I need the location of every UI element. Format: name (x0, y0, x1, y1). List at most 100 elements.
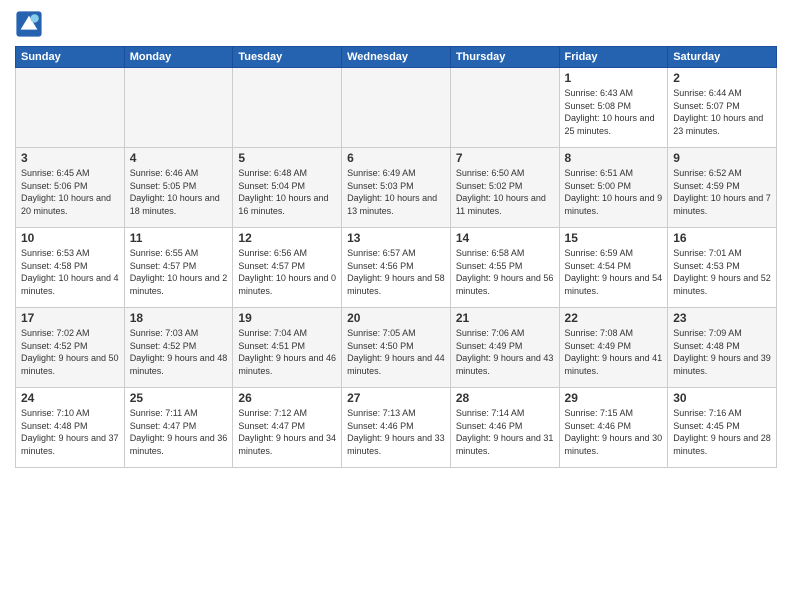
day-info: Sunrise: 7:15 AMSunset: 4:46 PMDaylight:… (565, 407, 663, 457)
day-info: Sunrise: 7:12 AMSunset: 4:47 PMDaylight:… (238, 407, 336, 457)
day-info: Sunrise: 7:10 AMSunset: 4:48 PMDaylight:… (21, 407, 119, 457)
day-info: Sunrise: 7:04 AMSunset: 4:51 PMDaylight:… (238, 327, 336, 377)
day-number: 4 (130, 151, 228, 165)
calendar-cell: 10 Sunrise: 6:53 AMSunset: 4:58 PMDayligh… (16, 228, 125, 308)
calendar-cell: 7Sunrise: 6:50 AMSunset: 5:02 PMDaylight… (450, 148, 559, 228)
calendar-cell: 15 Sunrise: 6:59 AMSunset: 4:54 PMDayligh… (559, 228, 668, 308)
day-info: Sunrise: 6:44 AMSunset: 5:07 PMDaylight:… (673, 87, 771, 137)
col-saturday: Saturday (668, 47, 777, 68)
day-number: 28 (456, 391, 554, 405)
day-number: 26 (238, 391, 336, 405)
header (15, 10, 777, 38)
day-number: 6 (347, 151, 445, 165)
day-info: Sunrise: 7:09 AMSunset: 4:48 PMDaylight:… (673, 327, 771, 377)
day-number: 24 (21, 391, 119, 405)
day-number: 16 (673, 231, 771, 245)
calendar-cell (124, 68, 233, 148)
calendar-cell: 12 Sunrise: 6:56 AMSunset: 4:57 PMDayligh… (233, 228, 342, 308)
calendar-cell: 21 Sunrise: 7:06 AMSunset: 4:49 PMDayligh… (450, 308, 559, 388)
day-number: 14 (456, 231, 554, 245)
day-info: Sunrise: 7:14 AMSunset: 4:46 PMDaylight:… (456, 407, 554, 457)
day-info: Sunrise: 7:06 AMSunset: 4:49 PMDaylight:… (456, 327, 554, 377)
day-number: 5 (238, 151, 336, 165)
calendar-cell: 27Sunrise: 7:13 AMSunset: 4:46 PMDayligh… (342, 388, 451, 468)
day-info: Sunrise: 7:08 AMSunset: 4:49 PMDaylight:… (565, 327, 663, 377)
col-tuesday: Tuesday (233, 47, 342, 68)
day-info: Sunrise: 6:58 AMSunset: 4:55 PMDaylight:… (456, 247, 554, 297)
week-row-1: 3 Sunrise: 6:45 AMSunset: 5:06 PMDaylight… (16, 148, 777, 228)
day-info: Sunrise: 6:59 AMSunset: 4:54 PMDaylight:… (565, 247, 663, 297)
day-info: Sunrise: 6:56 AMSunset: 4:57 PMDaylight:… (238, 247, 336, 297)
day-number: 30 (673, 391, 771, 405)
calendar-cell: 23 Sunrise: 7:09 AMSunset: 4:48 PMDayligh… (668, 308, 777, 388)
calendar-cell: 22 Sunrise: 7:08 AMSunset: 4:49 PMDayligh… (559, 308, 668, 388)
calendar-cell: 5 Sunrise: 6:48 AMSunset: 5:04 PMDaylight… (233, 148, 342, 228)
col-thursday: Thursday (450, 47, 559, 68)
day-info: Sunrise: 6:46 AMSunset: 5:05 PMDaylight:… (130, 167, 228, 217)
day-number: 12 (238, 231, 336, 245)
day-info: Sunrise: 6:48 AMSunset: 5:04 PMDaylight:… (238, 167, 336, 217)
day-number: 29 (565, 391, 663, 405)
day-info: Sunrise: 6:55 AMSunset: 4:57 PMDaylight:… (130, 247, 228, 297)
calendar-cell: 16 Sunrise: 7:01 AMSunset: 4:53 PMDayligh… (668, 228, 777, 308)
calendar-cell: 13Sunrise: 6:57 AMSunset: 4:56 PMDayligh… (342, 228, 451, 308)
calendar-cell (233, 68, 342, 148)
day-info: Sunrise: 6:50 AMSunset: 5:02 PMDaylight:… (456, 167, 554, 217)
calendar-cell: 19 Sunrise: 7:04 AMSunset: 4:51 PMDayligh… (233, 308, 342, 388)
calendar-cell: 17Sunrise: 7:02 AMSunset: 4:52 PMDayligh… (16, 308, 125, 388)
logo (15, 10, 47, 38)
day-info: Sunrise: 6:45 AMSunset: 5:06 PMDaylight:… (21, 167, 119, 217)
day-info: Sunrise: 6:52 AMSunset: 4:59 PMDaylight:… (673, 167, 771, 217)
calendar-cell: 24 Sunrise: 7:10 AMSunset: 4:48 PMDayligh… (16, 388, 125, 468)
calendar-cell: 20 Sunrise: 7:05 AMSunset: 4:50 PMDayligh… (342, 308, 451, 388)
calendar-cell (450, 68, 559, 148)
day-number: 3 (21, 151, 119, 165)
day-number: 2 (673, 71, 771, 85)
day-number: 21 (456, 311, 554, 325)
calendar-cell: 2 Sunrise: 6:44 AMSunset: 5:07 PMDaylight… (668, 68, 777, 148)
day-number: 19 (238, 311, 336, 325)
day-number: 18 (130, 311, 228, 325)
day-number: 10 (21, 231, 119, 245)
col-sunday: Sunday (16, 47, 125, 68)
calendar-cell: 28 Sunrise: 7:14 AMSunset: 4:46 PMDayligh… (450, 388, 559, 468)
calendar-cell: 29 Sunrise: 7:15 AMSunset: 4:46 PMDayligh… (559, 388, 668, 468)
day-number: 27 (347, 391, 445, 405)
header-row: Sunday Monday Tuesday Wednesday Thursday… (16, 47, 777, 68)
col-wednesday: Wednesday (342, 47, 451, 68)
day-info: Sunrise: 7:01 AMSunset: 4:53 PMDaylight:… (673, 247, 771, 297)
week-row-2: 10 Sunrise: 6:53 AMSunset: 4:58 PMDayligh… (16, 228, 777, 308)
day-number: 8 (565, 151, 663, 165)
day-info: Sunrise: 6:53 AMSunset: 4:58 PMDaylight:… (21, 247, 119, 297)
day-info: Sunrise: 7:16 AMSunset: 4:45 PMDaylight:… (673, 407, 771, 457)
page: Sunday Monday Tuesday Wednesday Thursday… (0, 0, 792, 612)
day-info: Sunrise: 6:51 AMSunset: 5:00 PMDaylight:… (565, 167, 663, 217)
week-row-3: 17Sunrise: 7:02 AMSunset: 4:52 PMDayligh… (16, 308, 777, 388)
calendar-cell: 4 Sunrise: 6:46 AMSunset: 5:05 PMDaylight… (124, 148, 233, 228)
day-info: Sunrise: 7:11 AMSunset: 4:47 PMDaylight:… (130, 407, 228, 457)
day-number: 11 (130, 231, 228, 245)
calendar-cell: 8 Sunrise: 6:51 AMSunset: 5:00 PMDaylight… (559, 148, 668, 228)
day-number: 9 (673, 151, 771, 165)
day-info: Sunrise: 7:02 AMSunset: 4:52 PMDaylight:… (21, 327, 119, 377)
week-row-0: 1Sunrise: 6:43 AMSunset: 5:08 PMDaylight… (16, 68, 777, 148)
calendar-cell: 30 Sunrise: 7:16 AMSunset: 4:45 PMDayligh… (668, 388, 777, 468)
calendar-cell: 9 Sunrise: 6:52 AMSunset: 4:59 PMDaylight… (668, 148, 777, 228)
day-number: 15 (565, 231, 663, 245)
col-friday: Friday (559, 47, 668, 68)
day-info: Sunrise: 6:49 AMSunset: 5:03 PMDaylight:… (347, 167, 445, 217)
calendar-cell: 14 Sunrise: 6:58 AMSunset: 4:55 PMDayligh… (450, 228, 559, 308)
calendar-cell (342, 68, 451, 148)
day-info: Sunrise: 7:05 AMSunset: 4:50 PMDaylight:… (347, 327, 445, 377)
day-number: 22 (565, 311, 663, 325)
day-number: 25 (130, 391, 228, 405)
calendar-cell: 1Sunrise: 6:43 AMSunset: 5:08 PMDaylight… (559, 68, 668, 148)
logo-icon (15, 10, 43, 38)
col-monday: Monday (124, 47, 233, 68)
week-row-4: 24 Sunrise: 7:10 AMSunset: 4:48 PMDayligh… (16, 388, 777, 468)
calendar-cell: 18Sunrise: 7:03 AMSunset: 4:52 PMDayligh… (124, 308, 233, 388)
day-number: 23 (673, 311, 771, 325)
day-number: 20 (347, 311, 445, 325)
day-info: Sunrise: 6:57 AMSunset: 4:56 PMDaylight:… (347, 247, 445, 297)
calendar-cell (16, 68, 125, 148)
